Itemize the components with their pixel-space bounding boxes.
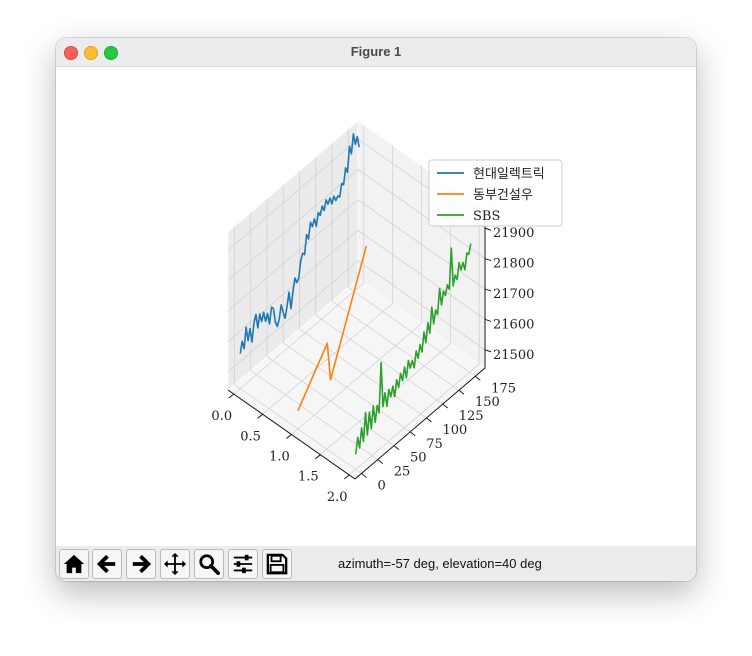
3d-line-chart[interactable]: 0.0 0.5 1.0 1.5 2.0 0 255075100125150175 21500 2… <box>56 67 696 547</box>
y-tick-label: 25 <box>394 465 411 480</box>
arrow-right-icon <box>132 554 152 574</box>
z-tick-mark <box>484 258 492 262</box>
title-bar[interactable]: Figure 1 <box>56 38 696 67</box>
y-tick-mark <box>393 445 400 451</box>
z-tick-mark <box>484 318 492 322</box>
y-tick-label: 100 <box>443 423 468 438</box>
y-tick-mark <box>474 375 481 381</box>
y-tick-mark <box>442 403 449 409</box>
z-tick-label: 21600 <box>493 317 534 332</box>
y-tick-label: 175 <box>491 381 516 396</box>
magnifier-icon <box>199 554 220 575</box>
x-tick-mark <box>228 393 235 399</box>
z-tick-label: 21700 <box>493 287 534 302</box>
navigation-toolbar: azimuth=-57 deg, elevation=40 deg <box>56 546 696 581</box>
y-tick-mark <box>458 389 465 395</box>
home-button[interactable] <box>59 549 89 579</box>
x-tick-mark <box>257 413 263 419</box>
legend-label-1: 동부건설우 <box>473 188 533 203</box>
back-button[interactable] <box>92 549 122 579</box>
x-tick-label: 1.5 <box>298 470 319 485</box>
y-tick-label: 75 <box>426 437 443 452</box>
zoom-button[interactable] <box>194 549 224 579</box>
y-tick-label: 125 <box>459 409 484 424</box>
y-tick-mark <box>377 459 384 464</box>
sliders-icon <box>233 554 253 574</box>
z-tick-mark <box>484 288 492 292</box>
y-tick-label: 150 <box>475 395 500 410</box>
x-tick-mark <box>286 434 292 439</box>
window-title: Figure 1 <box>350 44 402 59</box>
legend-label-2: SBS <box>473 209 500 224</box>
z-tick-label: 21500 <box>493 348 534 363</box>
x-tick-label: 1.0 <box>269 450 290 465</box>
y-tick-label: 50 <box>410 451 427 466</box>
y-tick-label: 0 <box>378 478 386 493</box>
move-icon <box>164 553 186 575</box>
y-tick-mark <box>361 473 367 478</box>
z-tick-mark <box>484 227 492 231</box>
z-tick-label: 21900 <box>493 226 534 241</box>
x-tick-label: 0.0 <box>211 409 232 424</box>
pan-button[interactable] <box>160 549 190 579</box>
floppy-disk-icon <box>266 553 288 575</box>
configure-subplots-button[interactable] <box>228 549 258 579</box>
legend-label-0: 현대일렉트릭 <box>473 167 545 182</box>
home-icon <box>63 554 85 574</box>
arrow-left-icon <box>96 554 116 574</box>
y-tick-mark <box>426 417 432 423</box>
y-tick-mark <box>409 431 416 437</box>
figure-window: Figure 1 0.0 0.5 1.0 1.5 2.0 0 25 50 75 100 125 150… <box>56 38 696 581</box>
plot-canvas[interactable]: 0.0 0.5 1.0 1.5 2.0 0 25 50 75 100 125 150 175 21500 2… <box>56 67 696 547</box>
status-readout: azimuth=-57 deg, elevation=40 deg <box>338 556 542 571</box>
x-tick-label: 2.0 <box>327 490 348 505</box>
z-tick-mark <box>484 349 492 353</box>
x-tick-mark <box>315 454 321 460</box>
z-tick-label: 21800 <box>493 257 534 272</box>
x-tick-mark <box>343 474 350 480</box>
save-button[interactable] <box>262 549 292 579</box>
forward-button[interactable] <box>126 549 156 579</box>
x-tick-label: 0.5 <box>240 429 261 444</box>
